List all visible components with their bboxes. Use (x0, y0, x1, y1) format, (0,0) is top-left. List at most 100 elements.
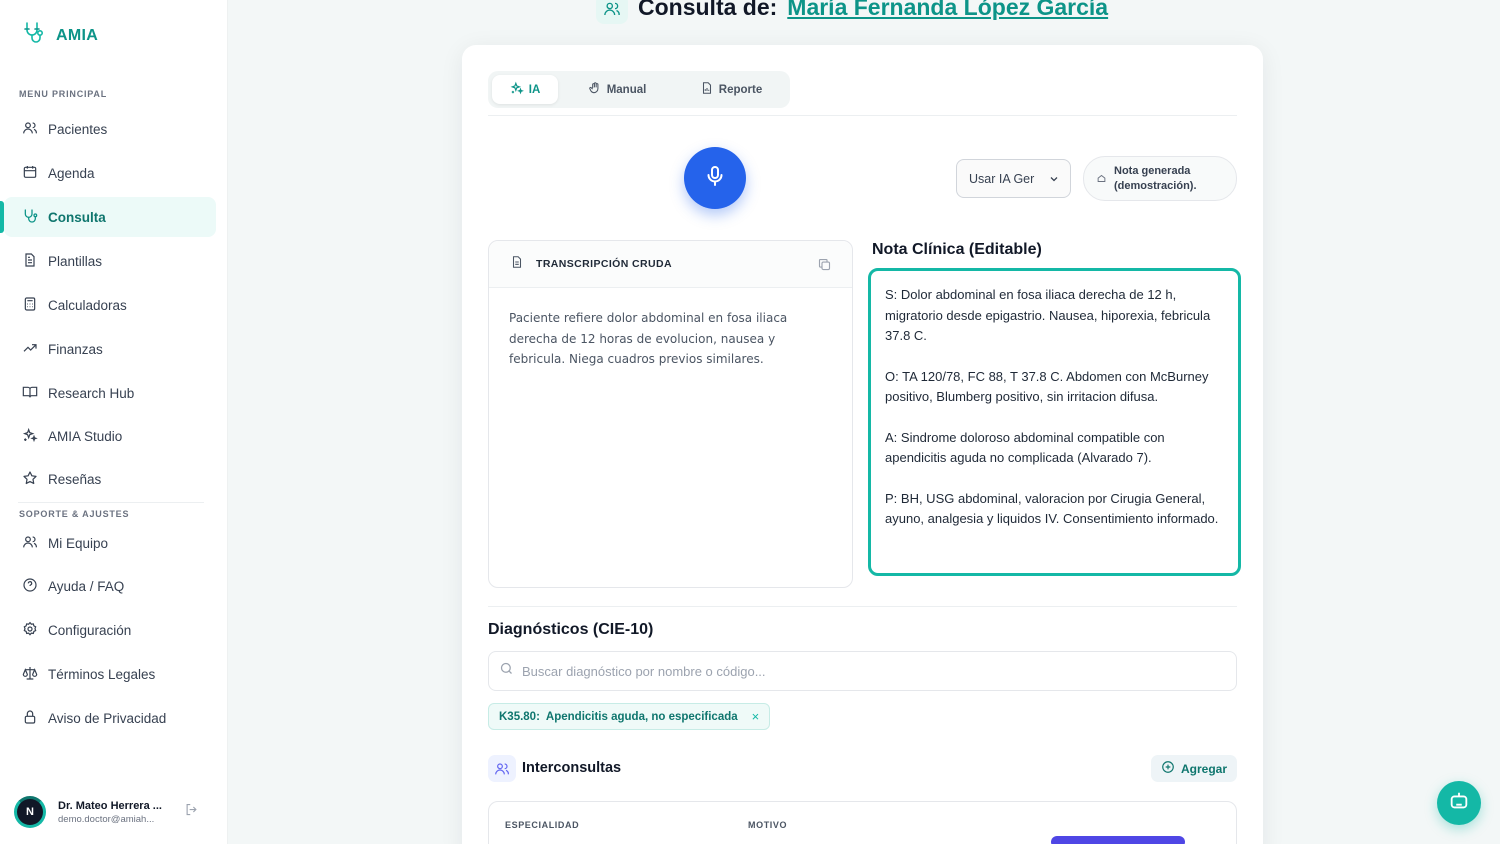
page-title: Consulta de: (638, 0, 778, 20)
stethoscope-logo-icon (22, 20, 46, 51)
section-divider (488, 606, 1237, 607)
sidebar-item-label: Calculadoras (48, 297, 127, 313)
sidebar-item-mi-equipo[interactable]: Mi Equipo (4, 523, 216, 563)
remove-diagnosis-button[interactable]: × (752, 709, 760, 724)
patient-icon (596, 0, 628, 24)
brand[interactable]: AMIA (22, 20, 98, 51)
help-circle-icon (22, 577, 38, 596)
sidebar-item-label: Pacientes (48, 121, 108, 137)
page-header: Consulta de: María Fernanda López García (596, 0, 1108, 26)
scale-icon (22, 665, 38, 684)
sidebar-item-privacidad[interactable]: Aviso de Privacidad (4, 698, 216, 738)
user-name: Dr. Mateo Herrera ... (58, 799, 162, 812)
diagnosis-chip: K35.80: Apendicitis aguda, no especifica… (488, 703, 771, 730)
user-info: Dr. Mateo Herrera ... demo.doctor@amiah.… (58, 800, 162, 825)
diagnosis-label: Apendicitis aguda, no especificada (545, 710, 738, 723)
clinical-note-title: Nota Clínica (Editable) (872, 241, 1042, 258)
sidebar-item-label: Reseñas (48, 471, 102, 487)
sidebar-item-research-hub[interactable]: Research Hub (4, 373, 216, 413)
diagnosis-search-input[interactable] (522, 663, 1212, 679)
star-icon (22, 470, 38, 489)
section-label-main: MENU PRINCIPAL (19, 89, 108, 99)
tab-ia[interactable]: IA (492, 75, 558, 104)
transcription-text: Paciente refiere dolor abdominal en fosa… (509, 311, 788, 366)
ai-model-select[interactable]: Usar IA Ger (956, 159, 1071, 198)
document-icon (510, 255, 524, 274)
tabs-divider (488, 115, 1237, 116)
tab-label: IA (528, 83, 541, 96)
tab-reporte[interactable]: Reporte (676, 75, 786, 104)
book-open-icon (22, 384, 38, 403)
chevron-down-icon (1048, 173, 1060, 188)
sidebar-item-amia-studio[interactable]: AMIA Studio (4, 416, 216, 456)
sidebar-item-agenda[interactable]: Agenda (4, 153, 216, 193)
sidebar-item-plantillas[interactable]: Plantillas (4, 241, 216, 281)
sidebar-item-finanzas[interactable]: Finanzas (4, 329, 216, 369)
tab-label: Manual (606, 83, 647, 96)
sidebar: AMIA MENU PRINCIPAL Pacientes Agenda Con… (0, 0, 228, 844)
sidebar-item-label: Agenda (48, 165, 95, 181)
sidebar-divider (18, 502, 204, 503)
note-plan: P: BH, USG abdominal, valoracion por Cir… (885, 490, 1219, 527)
sidebar-item-label: Mi Equipo (48, 535, 109, 551)
sidebar-item-ayuda[interactable]: Ayuda / FAQ (4, 566, 216, 606)
generation-status: Nota generada (demostración). (1083, 156, 1237, 201)
microphone-icon (703, 164, 727, 193)
robot-icon (1448, 790, 1470, 817)
column-header-especialidad: ESPECIALIDAD (505, 820, 580, 830)
sidebar-item-pacientes[interactable]: Pacientes (4, 109, 216, 149)
tab-label: Reporte (718, 83, 763, 96)
document-icon (22, 252, 38, 271)
table-action-button[interactable] (1051, 836, 1185, 844)
brand-name: AMIA (56, 26, 99, 44)
search-icon (499, 661, 514, 681)
users-icon (22, 120, 38, 139)
hand-icon (588, 81, 602, 98)
calendar-icon (22, 164, 38, 183)
status-line-2: (demostración). (1114, 179, 1197, 192)
user-email: demo.doctor@amiah... (58, 813, 155, 825)
diagnosis-code: K35.80: (499, 710, 540, 723)
sidebar-item-label: Consulta (48, 209, 106, 225)
add-label: Agregar (1180, 761, 1227, 776)
interconsultas-title: Interconsultas (522, 760, 622, 776)
sidebar-item-label: Research Hub (48, 385, 135, 401)
sidebar-item-resenas[interactable]: Reseñas (4, 459, 216, 499)
note-objective: O: TA 120/78, FC 88, T 37.8 C. Abdomen c… (885, 368, 1209, 405)
diagnosis-search (488, 651, 1237, 691)
sidebar-item-configuracion[interactable]: Configuración (4, 610, 216, 650)
calculator-icon (22, 296, 38, 315)
assistant-bot-button[interactable] (1437, 781, 1481, 825)
consultation-card: IA Manual Reporte Usar IA Ger Nota gener… (462, 45, 1263, 844)
stethoscope-icon (22, 208, 38, 227)
sidebar-item-label: Configuración (48, 622, 132, 638)
mode-tabs: IA Manual Reporte (488, 71, 790, 108)
microphone-button[interactable] (684, 147, 746, 209)
transcription-panel: TRANSCRIPCIÓN CRUDA Paciente refiere dol… (488, 240, 853, 588)
user-profile[interactable]: N Dr. Mateo Herrera ... demo.doctor@amia… (14, 794, 214, 830)
sidebar-item-terminos[interactable]: Términos Legales (4, 654, 216, 694)
clinical-note-editor[interactable]: S: Dolor abdominal en fosa iliaca derech… (868, 268, 1241, 576)
section-label-support: SOPORTE & AJUSTES (19, 509, 130, 519)
home-icon (1097, 170, 1106, 188)
sidebar-item-label: Plantillas (48, 253, 103, 269)
transcription-header: TRANSCRIPCIÓN CRUDA (489, 241, 852, 288)
sparkles-icon (22, 427, 38, 446)
ai-model-value: Usar IA Ger (969, 171, 1035, 186)
sidebar-item-label: Ayuda / FAQ (48, 578, 125, 594)
note-subjective: S: Dolor abdominal en fosa iliaca derech… (885, 287, 1211, 343)
sidebar-item-consulta[interactable]: Consulta (0, 197, 216, 237)
sidebar-item-calculadoras[interactable]: Calculadoras (4, 285, 216, 325)
sidebar-item-label: AMIA Studio (48, 428, 123, 444)
patient-name-link[interactable]: María Fernanda López García (787, 0, 1108, 21)
status-text: Nota generada (demostración). (1114, 164, 1197, 194)
copy-icon[interactable] (817, 257, 832, 277)
interconsultas-table: ESPECIALIDAD MOTIVO (488, 801, 1237, 844)
lock-icon (22, 709, 38, 728)
logout-icon[interactable] (184, 802, 199, 822)
sidebar-item-label: Términos Legales (48, 666, 156, 682)
team-icon (22, 534, 38, 553)
add-interconsulta-button[interactable]: Agregar (1151, 755, 1237, 782)
note-assessment: A: Sindrome doloroso abdominal compatibl… (885, 429, 1165, 466)
tab-manual[interactable]: Manual (562, 75, 672, 104)
